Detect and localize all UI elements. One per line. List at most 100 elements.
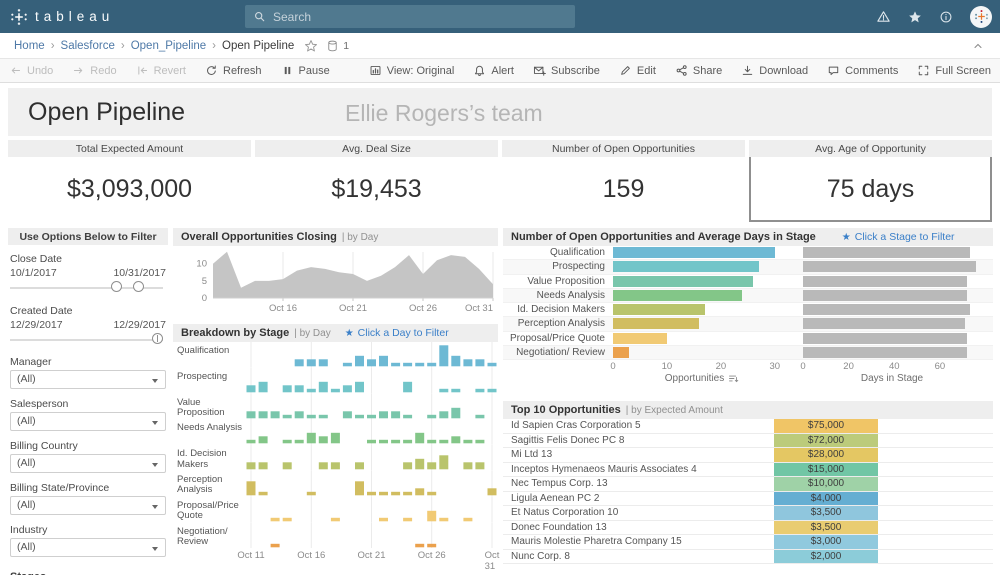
kpi-card-avg-deal-size[interactable]: Avg. Deal Size$19,453 — [255, 140, 498, 222]
toolbar-redo-button[interactable]: Redo — [72, 64, 116, 77]
breakdown-row-bars[interactable] — [245, 445, 498, 471]
opportunity-amount: $10,000 — [774, 477, 878, 491]
toolbar-alert-button[interactable]: Alert — [473, 64, 514, 77]
kpi-card-number-of-open-opportunities[interactable]: Number of Open Opportunities159 — [502, 140, 745, 222]
toolbar-undo-button[interactable]: Undo — [9, 64, 53, 77]
stage-row-label: Qualification — [503, 247, 613, 258]
tableau-logo-word: tableau — [35, 9, 114, 24]
opportunities-bar[interactable] — [613, 347, 791, 358]
toolbar-download-button[interactable]: Download — [741, 64, 808, 77]
slider-handle[interactable] — [111, 281, 122, 292]
click-day-filter-action[interactable]: ★ Click a Day to Filter — [345, 327, 449, 339]
opportunities-axis-tick: 20 — [716, 361, 727, 372]
toolbar-comments-button[interactable]: Comments — [827, 64, 898, 77]
toolbar-pause-button[interactable]: Pause — [281, 64, 330, 77]
toolbar-view-original-button[interactable]: View: Original — [369, 64, 455, 77]
breadcrumb-separator: › — [212, 40, 216, 52]
breakdown-row-bars[interactable] — [245, 497, 498, 523]
filter-dropdown-billing-country[interactable]: (All) — [10, 454, 166, 473]
filter-dropdown-salesperson[interactable]: (All) — [10, 412, 166, 431]
days-in-stage-bar[interactable] — [803, 333, 981, 344]
click-stage-filter-action[interactable]: ★ Click a Stage to Filter — [842, 231, 955, 243]
toolbar-edit-button[interactable]: Edit — [619, 64, 656, 77]
kpi-card-avg-age-of-opportunity[interactable]: Avg. Age of Opportunity75 days — [749, 140, 992, 222]
user-avatar[interactable] — [970, 6, 992, 28]
top10-row[interactable]: Nunc Corp. 8$2,000 — [503, 550, 993, 565]
opportunities-axis-tick: 30 — [770, 361, 781, 372]
opportunities-bar[interactable] — [613, 290, 791, 301]
days-in-stage-bar[interactable] — [803, 261, 981, 272]
search-input[interactable] — [273, 10, 533, 24]
breadcrumb-item-open-pipeline[interactable]: Open_Pipeline — [131, 40, 206, 52]
toolbar-share-button[interactable]: Share — [675, 64, 722, 77]
bar — [803, 261, 976, 272]
opportunities-bar[interactable] — [613, 304, 791, 315]
days-in-stage-bar[interactable] — [803, 347, 981, 358]
data-source-icon[interactable] — [326, 39, 339, 53]
breakdown-row-bars[interactable] — [245, 368, 498, 394]
created-date-slider[interactable] — [10, 332, 163, 349]
breadcrumb-item-home[interactable]: Home — [14, 40, 45, 52]
stage-row-label: Id. Decision Makers — [503, 304, 613, 315]
top10-header: Top 10 Opportunities | by Expected Amoun… — [503, 401, 993, 419]
top10-row[interactable]: Mauris Molestie Pharetra Company 15$3,00… — [503, 535, 993, 550]
app-header: tableau — [0, 0, 1000, 33]
days-in-stage-bar[interactable] — [803, 276, 981, 287]
breadcrumb-item-salesforce[interactable]: Salesforce — [61, 40, 115, 52]
breakdown-row-bars[interactable] — [245, 523, 498, 549]
toolbar-subscribe-button[interactable]: Subscribe — [533, 64, 600, 77]
top10-row[interactable]: Donec Foundation 13$3,500 — [503, 521, 993, 536]
opportunities-bar[interactable] — [613, 247, 791, 258]
favorites-star-icon[interactable] — [908, 10, 922, 24]
kpi-value: $19,453 — [255, 157, 498, 222]
info-icon[interactable] — [939, 10, 953, 24]
breakdown-row-label: Prospecting — [173, 368, 245, 394]
filter-dropdown-industry[interactable]: (All) — [10, 538, 166, 557]
kpi-row: Total Expected Amount$3,093,000Avg. Deal… — [8, 140, 992, 222]
breakdown-row-bars[interactable] — [245, 471, 498, 497]
top10-row[interactable]: Sagittis Felis Donec PC 8$72,000 — [503, 434, 993, 449]
overall-closing-area-chart[interactable]: 1050Oct 16Oct 21Oct 26Oct 31 — [173, 246, 498, 320]
opportunities-bar[interactable] — [613, 276, 791, 287]
top10-row[interactable]: Et Natus Corporation 10$3,500 — [503, 506, 993, 521]
top10-row[interactable]: Id Sapien Cras Corporation 5$75,000 — [503, 419, 993, 434]
filter-dropdown-manager[interactable]: (All) — [10, 370, 166, 389]
favorite-star-outline-icon[interactable] — [304, 39, 318, 53]
redo-icon — [72, 64, 85, 77]
days-in-stage-bar[interactable] — [803, 290, 981, 301]
days-in-stage-bar[interactable] — [803, 318, 981, 329]
filter-block-billing-state-province: Billing State/Province(All) — [8, 482, 168, 515]
kpi-value: 75 days — [749, 157, 992, 222]
filter-dropdown-billing-state-province[interactable]: (All) — [10, 496, 166, 515]
kpi-card-total-expected-amount[interactable]: Total Expected Amount$3,093,000 — [8, 140, 251, 222]
breakdown-subtitle: | by Day — [294, 328, 331, 339]
stage-row-label: Negotiation/ Review — [503, 347, 613, 358]
opportunities-bar[interactable] — [613, 318, 791, 329]
toolbar-revert-button[interactable]: Revert — [136, 64, 186, 77]
slider-handle[interactable] — [133, 281, 144, 292]
search-box[interactable] — [245, 5, 575, 28]
toolbar-refresh-button[interactable]: Refresh — [205, 64, 262, 77]
close-date-slider[interactable] — [10, 280, 163, 297]
toolbar-full-screen-button[interactable]: Full Screen — [917, 64, 991, 77]
top10-row[interactable]: Nec Tempus Corp. 13$10,000 — [503, 477, 993, 492]
days-in-stage-bar[interactable] — [803, 247, 981, 258]
alerts-warning-icon[interactable] — [876, 9, 891, 24]
download-icon — [741, 64, 754, 77]
slider-handle[interactable] — [152, 333, 163, 344]
days-in-stage-bar[interactable] — [803, 304, 981, 315]
opportunities-bar[interactable] — [613, 333, 791, 344]
opportunities-axis-tick: 0 — [610, 361, 615, 372]
star-icon: ★ — [345, 328, 354, 339]
sort-icon[interactable] — [728, 373, 739, 384]
breakdown-row-bars[interactable] — [245, 419, 498, 445]
tableau-logo[interactable]: tableau — [10, 8, 114, 26]
breakdown-row-bars[interactable] — [245, 394, 498, 420]
breakdown-row-bars[interactable] — [245, 342, 498, 368]
collapse-chevron-icon[interactable] — [972, 40, 984, 52]
stage-row-perception-analysis: Perception Analysis — [503, 317, 993, 331]
top10-row[interactable]: Inceptos Hymenaeos Mauris Associates 4$1… — [503, 463, 993, 478]
top10-row[interactable]: Mi Ltd 13$28,000 — [503, 448, 993, 463]
opportunities-bar[interactable] — [613, 261, 791, 272]
top10-row[interactable]: Ligula Aenean PC 2$4,000 — [503, 492, 993, 507]
